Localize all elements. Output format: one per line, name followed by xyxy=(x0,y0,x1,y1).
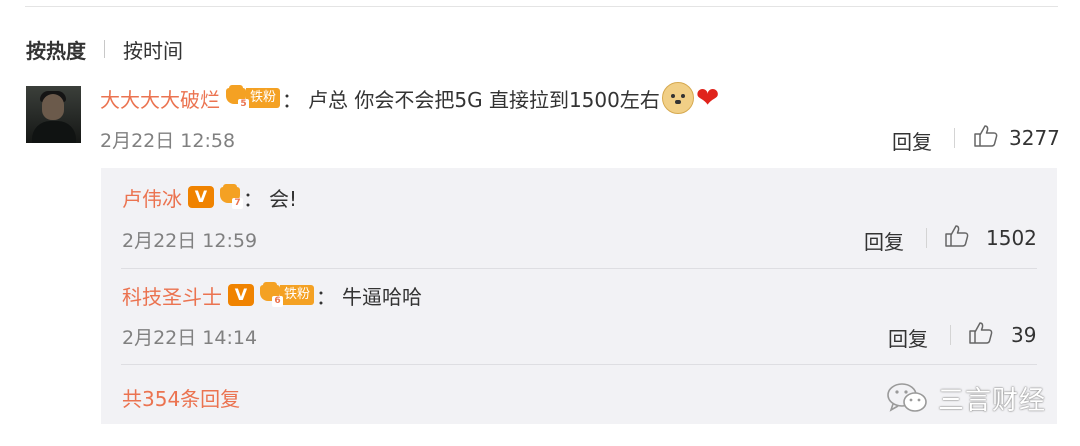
reply-button[interactable]: 回复 xyxy=(888,323,928,352)
comment-text: 卢总 你会不会把5G 直接拉到1500左右 xyxy=(308,87,660,112)
doge-emoji-icon xyxy=(661,82,694,114)
reply-button[interactable]: 回复 xyxy=(864,226,904,255)
like-thumb-icon[interactable] xyxy=(944,224,970,248)
wechat-icon xyxy=(887,383,927,412)
reply-text: 牛逼哈哈 xyxy=(342,284,423,309)
comment-time: 2月22日 12:58 xyxy=(100,130,236,152)
reply-time: 2月22日 12:59 xyxy=(122,230,258,252)
verified-badge-icon: V xyxy=(188,186,214,208)
heart-emoji-icon: ❤ xyxy=(695,81,720,114)
top-divider xyxy=(25,6,1058,7)
action-separator xyxy=(926,228,927,248)
watermark: 三言财经 xyxy=(886,380,1046,416)
reply-line: 卢伟冰 V 7 ： 会! xyxy=(122,182,297,212)
comment-username[interactable]: 大大大大破烂 xyxy=(100,84,220,113)
action-separator xyxy=(950,325,951,345)
watermark-text: 三言财经 xyxy=(938,385,1047,416)
fan-level: 5 xyxy=(238,99,249,110)
verified-badge-icon: V xyxy=(228,284,254,306)
comment-line: 大大大大破烂 5 铁粉 ： 卢总 你会不会把5G 直接拉到1500左右 ❤ xyxy=(100,82,719,114)
reply-time: 2月22日 14:14 xyxy=(122,327,258,349)
fan-tag: 铁粉 xyxy=(246,88,281,108)
like-thumb-icon[interactable] xyxy=(968,321,994,345)
reply-username[interactable]: 科技圣斗士 xyxy=(122,281,222,310)
like-count: 3277 xyxy=(1009,126,1060,150)
fan-crown-icon: 6 xyxy=(259,282,283,307)
reply-colon: ： xyxy=(316,284,337,309)
reply-colon: ： xyxy=(243,186,263,211)
sort-divider xyxy=(104,40,105,58)
reply-divider xyxy=(121,268,1037,269)
fan-level: 6 xyxy=(272,296,283,307)
like-count: 1502 xyxy=(986,226,1037,250)
reply-divider xyxy=(121,364,1037,365)
avatar[interactable] xyxy=(26,86,81,143)
fan-crown-icon: 7 xyxy=(219,184,243,209)
reply-line: 科技圣斗士 V 6 铁粉 ： 牛逼哈哈 xyxy=(122,280,422,310)
sort-bar: 按热度 按时间 xyxy=(26,35,183,64)
more-replies-link[interactable]: 共354条回复 xyxy=(122,383,240,412)
like-count: 39 xyxy=(1011,323,1037,347)
sort-by-hot-tab[interactable]: 按热度 xyxy=(26,35,86,64)
reply-button[interactable]: 回复 xyxy=(892,126,932,155)
like-thumb-icon[interactable] xyxy=(973,124,999,148)
sort-by-time-tab[interactable]: 按时间 xyxy=(123,35,183,64)
action-separator xyxy=(954,128,955,148)
fan-level: 7 xyxy=(232,198,243,209)
fan-tag: 铁粉 xyxy=(280,285,315,305)
reply-text: 会! xyxy=(269,186,298,211)
reply-username[interactable]: 卢伟冰 xyxy=(122,183,182,212)
fan-crown-icon: 5 xyxy=(225,85,249,110)
comment-colon: ： xyxy=(282,87,303,112)
